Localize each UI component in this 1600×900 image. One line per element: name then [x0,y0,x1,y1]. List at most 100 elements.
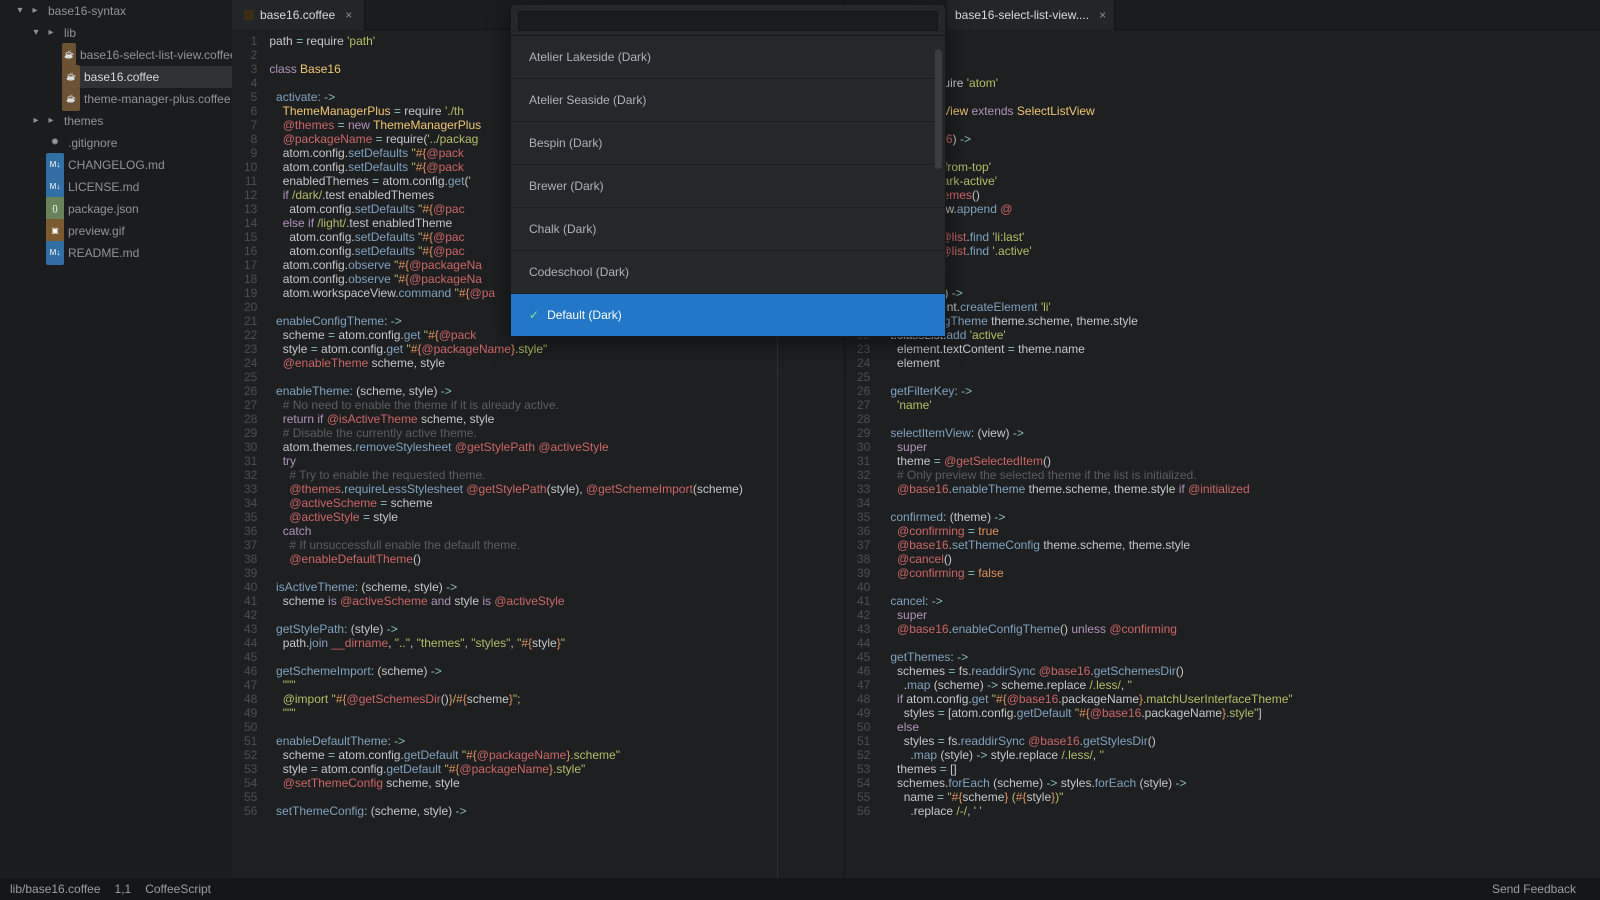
code-line[interactable]: @activeStyle = style [269,510,844,524]
code-line[interactable]: styles = [atom.config.getDefault "#{@bas… [890,706,1600,720]
code-line[interactable]: .map (style) -> style.replace /.less/, '… [890,748,1600,762]
close-icon[interactable]: × [345,8,352,22]
status-grammar[interactable]: CoffeeScript [145,882,211,896]
theme-list-item[interactable]: Brewer (Dark) [511,164,945,207]
code-line[interactable]: selectItemView: (view) -> [890,426,1600,440]
code-line[interactable]: temView @list.find 'li:last' [890,230,1600,244]
code-line[interactable] [890,636,1600,650]
code-line[interactable]: themes = [] [890,762,1600,776]
code-line[interactable]: catch [269,524,844,538]
code-line[interactable]: """ [269,706,844,720]
code-line[interactable]: super [890,440,1600,454]
code-line[interactable]: = document.createElement 'li' [890,300,1600,314]
status-path[interactable]: lib/base16.coffee [10,882,101,896]
code-line[interactable]: .replace /-/, ' ' [890,804,1600,818]
code-line[interactable] [890,118,1600,132]
code-line[interactable]: @cancel() [890,552,1600,566]
tree-file-preview[interactable]: ▣preview.gif [46,220,232,242]
tree-file-package[interactable]: {}package.json [46,198,232,220]
code-line[interactable]: setThemeConfig: (scheme, style) -> [269,804,844,818]
code-line[interactable]: @confirming = true [890,524,1600,538]
tree-file-license[interactable]: M↓LICENSE.md [46,176,232,198]
code-line[interactable]: getStylePath: (style) -> [269,622,844,636]
code-line[interactable]: 'name' [890,398,1600,412]
code-line[interactable]: element [890,356,1600,370]
theme-list-item[interactable]: ✓Default (Dark) [511,293,945,336]
code-line[interactable]: theme = @getSelectedItem() [890,454,1600,468]
code-line[interactable]: 'fs' [890,34,1600,48]
code-line[interactable]: path.join __dirname, "..", "themes", "st… [269,636,844,650]
code-line[interactable]: else [890,720,1600,734]
theme-list-item[interactable]: Atelier Seaside (Dark) [511,78,945,121]
feedback-link[interactable]: Send Feedback [1492,882,1576,896]
tree-file-slv[interactable]: ☕base16-select-list-view.coffee [62,44,232,66]
theme-list-item[interactable]: Atelier Lakeside (Dark) [511,36,945,78]
code-line[interactable]: @import "#{@getSchemesDir()}/#{scheme}"; [269,692,844,706]
code-line[interactable]: # Disable the currently active theme. [269,426,844,440]
code-line[interactable] [890,90,1600,104]
code-line[interactable]: schemes.forEach (scheme) -> styles.forEa… [890,776,1600,790]
scrollbar-thumb[interactable] [935,49,942,169]
code-line[interactable] [269,650,844,664]
tree-file-changelog[interactable]: M↓CHANGELOG.md [46,154,232,176]
code-line[interactable]: t.classList.add 'active' [890,328,1600,342]
tree-file-base16[interactable]: ☕base16.coffee [62,66,232,88]
code-line[interactable]: s 'overlay from-top' [890,160,1600,174]
code-line[interactable]: iew} = require 'atom' [890,76,1600,90]
tree-folder-lib[interactable]: ▾▸lib [30,22,232,44]
code-line[interactable]: @base16.enableConfigTheme() unless @conf… [890,622,1600,636]
code-line[interactable] [269,790,844,804]
theme-list-item[interactable]: Chalk (Dark) [511,207,945,250]
code-line[interactable]: temView @list.find '.active' [890,244,1600,258]
code-area[interactable]: 'fs're 'path' iew} = require 'atom' Sele… [878,30,1600,878]
code-line[interactable]: .map (scheme) -> scheme.replace /.less/,… [890,678,1600,692]
code-line[interactable]: lterEditor() [890,216,1600,230]
code-line[interactable]: # No need to enable the theme if it is a… [269,398,844,412]
theme-list-item[interactable]: Codeschool (Dark) [511,250,945,293]
code-line[interactable]: @activeScheme = scheme [269,496,844,510]
code-line[interactable] [890,62,1600,76]
code-line[interactable]: getThemes: -> [890,650,1600,664]
code-line[interactable]: if atom.config.get "#{@base16.packageNam… [890,692,1600,706]
code-line[interactable]: getSchemeImport: (scheme) -> [269,664,844,678]
code-line[interactable]: s @getThemes() [890,188,1600,202]
code-line[interactable]: schemes = fs.readdirSync @base16.getSche… [890,664,1600,678]
code-line[interactable]: @themes.requireLessStylesheet @getStyleP… [269,482,844,496]
code-line[interactable]: try [269,454,844,468]
code-line[interactable]: atom.themes.removeStylesheet @getStylePa… [269,440,844,454]
code-line[interactable]: : (@base16) -> [890,132,1600,146]
code-line[interactable]: style = atom.config.getDefault "#{@packa… [269,762,844,776]
tab-slv[interactable]: base16-select-list-view.... × [947,0,1115,30]
code-line[interactable] [890,412,1600,426]
code-line[interactable]: ized = true [890,258,1600,272]
close-icon[interactable]: × [1099,8,1106,22]
tree-view[interactable]: ▾▸base16-syntax ▾▸lib ☕base16-select-lis… [0,0,232,878]
tree-folder-themes[interactable]: ▸▸themes [30,110,232,132]
status-cursor[interactable]: 1,1 [115,882,132,896]
code-line[interactable]: 16.isConfigTheme theme.scheme, theme.sty… [890,314,1600,328]
code-line[interactable]: isActiveTheme: (scheme, style) -> [269,580,844,594]
code-line[interactable] [890,146,1600,160]
code-line[interactable] [269,608,844,622]
code-line[interactable]: scheme is @activeScheme and style is @ac… [269,594,844,608]
code-line[interactable]: SelectListView extends SelectListView [890,104,1600,118]
code-line[interactable] [890,370,1600,384]
code-line[interactable]: kspaceView.append @ [890,202,1600,216]
code-line[interactable]: # If unsuccessfull enable the default th… [269,538,844,552]
code-line[interactable]: getFilterKey: -> [890,384,1600,398]
code-line[interactable]: # Only preview the selected theme if the… [890,468,1600,482]
tree-file-gitignore[interactable]: ✸.gitignore [46,132,232,154]
code-line[interactable] [269,566,844,580]
code-line[interactable]: re 'path' [890,48,1600,62]
code-line[interactable]: dClass 'mark-active' [890,174,1600,188]
code-line[interactable]: @enableTheme scheme, style [269,356,844,370]
code-line[interactable]: @base16.setThemeConfig theme.scheme, the… [890,538,1600,552]
code-line[interactable] [269,370,844,384]
code-line[interactable]: # Try to enable the requested theme. [269,468,844,482]
code-line[interactable]: enableTheme: (scheme, style) -> [269,384,844,398]
code-line[interactable]: @setThemeConfig scheme, style [269,776,844,790]
code-line[interactable] [269,720,844,734]
code-line[interactable] [890,496,1600,510]
code-line[interactable]: @confirming = false [890,566,1600,580]
tab-base16[interactable]: base16.coffee × [232,0,365,30]
